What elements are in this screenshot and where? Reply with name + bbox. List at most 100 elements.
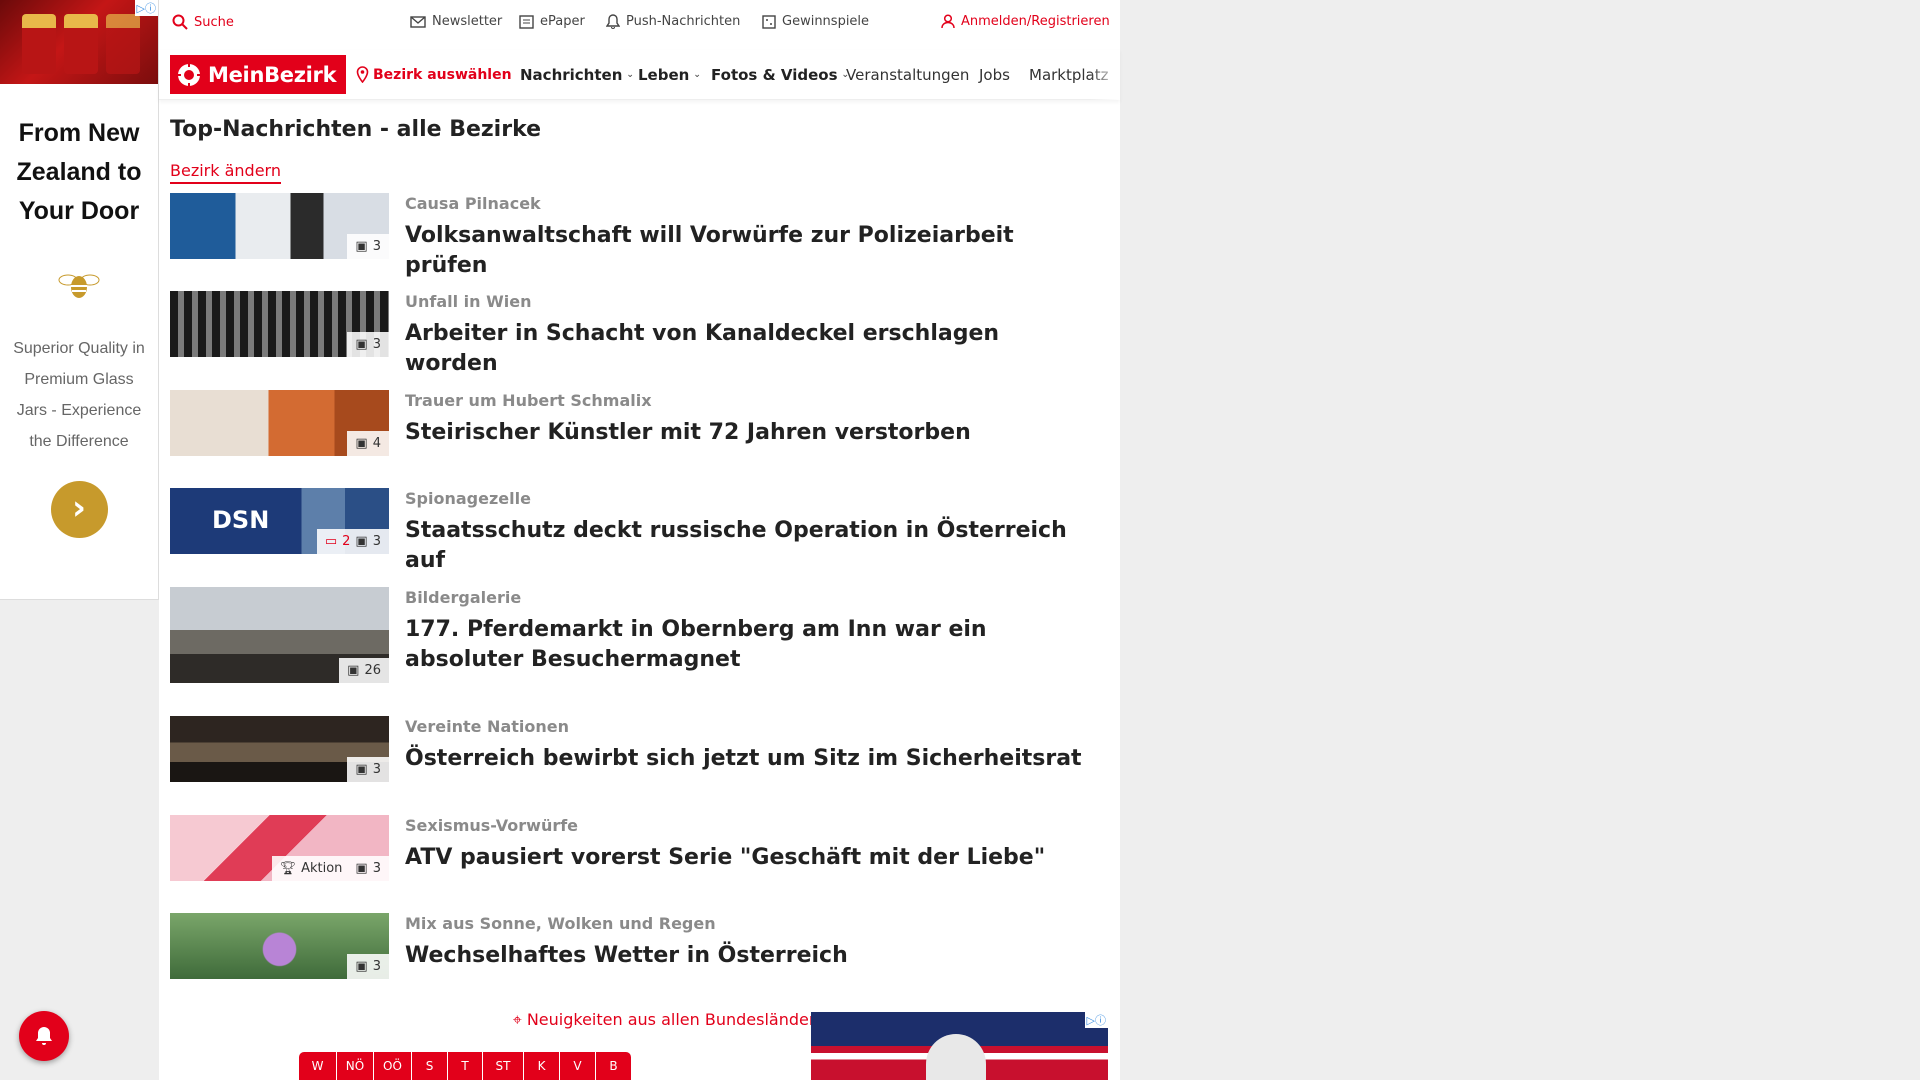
- article-item[interactable]: ▣ 3 Unfall in Wien Arbeiter in Schacht v…: [170, 291, 1090, 376]
- image-count-badge: ▣ 4: [347, 431, 389, 456]
- image-count-badge: ▣ 3: [347, 954, 389, 979]
- bell-icon: [36, 1027, 52, 1045]
- adchoices-icon[interactable]: ▷ⓘ: [1084, 1012, 1108, 1028]
- article-headline[interactable]: Volksanwaltschaft will Vorwürfe zur Poli…: [405, 221, 1085, 281]
- article-item[interactable]: 🏆︎ Aktion ▣ 3 Sexismus-Vorwürfe ATV paus…: [170, 815, 1090, 881]
- contests-link[interactable]: Gewinnspiele: [762, 14, 869, 29]
- article-item[interactable]: DSN ▭ 2 ▣ 3 Spionagezelle Staatsschutz d…: [170, 488, 1090, 573]
- newspaper-icon: [519, 14, 534, 29]
- article-kicker: Sexismus-Vorwürfe: [405, 816, 579, 835]
- article-headline[interactable]: Wechselhaftes Wetter in Österreich: [405, 941, 1085, 971]
- article-item[interactable]: ▣ 3 Vereinte Nationen Österreich bewirbt…: [170, 716, 1090, 782]
- search-label: Suche: [194, 14, 234, 30]
- thumbnail-logo-text: DSN: [212, 506, 270, 534]
- state-tab[interactable]: ST: [482, 1052, 523, 1080]
- nav-events-label: Veranstaltungen: [846, 66, 970, 84]
- article-item[interactable]: ▣ 26 Bildergalerie 177. Pferdemarkt in O…: [170, 587, 1090, 683]
- article-thumbnail[interactable]: ▣ 3: [170, 913, 389, 979]
- state-tab[interactable]: T: [447, 1052, 482, 1080]
- notification-bell-button[interactable]: [19, 1011, 69, 1061]
- image-count: 26: [364, 663, 381, 678]
- image-count-badge: 🏆︎ Aktion ▣ 3: [271, 856, 389, 881]
- main-content: Suche Newsletter ePaper Push-Nachrichten…: [159, 0, 1120, 1080]
- article-kicker: Causa Pilnacek: [405, 194, 541, 213]
- search-link[interactable]: Suche: [172, 14, 234, 30]
- logo-gear-icon: [176, 61, 202, 88]
- push-notifications-link[interactable]: Push-Nachrichten: [606, 14, 740, 29]
- adchoices-icon[interactable]: ▷ⓘ: [134, 0, 158, 16]
- image-count: 3: [372, 534, 381, 549]
- article-headline[interactable]: Österreich bewirbt sich jetzt um Sitz im…: [405, 744, 1085, 774]
- state-tab[interactable]: NÖ: [336, 1052, 373, 1080]
- article-headline[interactable]: Steirischer Künstler mit 72 Jahren verst…: [405, 418, 1085, 448]
- image-count-badge: ▭ 2 ▣ 3: [316, 529, 389, 554]
- article-kicker: Bildergalerie: [405, 588, 522, 607]
- image-count-badge: ▣ 3: [347, 757, 389, 782]
- image-count: 3: [372, 337, 381, 352]
- state-tab[interactable]: S: [411, 1052, 447, 1080]
- image-count: 3: [372, 762, 381, 777]
- article-thumbnail[interactable]: ▣ 3: [170, 716, 389, 782]
- article-item[interactable]: ▣ 4 Trauer um Hubert Schmalix Steirische…: [170, 390, 1090, 456]
- chevron-down-icon: ⌄: [626, 70, 634, 80]
- meinbezirk-logo[interactable]: MeinBezirk: [170, 55, 346, 94]
- article-kicker: Unfall in Wien: [405, 292, 532, 311]
- article-thumbnail[interactable]: ▣ 3: [170, 291, 389, 357]
- change-district-link[interactable]: Bezirk ändern: [170, 161, 281, 184]
- article-thumbnail[interactable]: 🏆︎ Aktion ▣ 3: [170, 815, 389, 881]
- district-label: Bezirk auswählen: [373, 66, 512, 83]
- article-headline[interactable]: Staatsschutz deckt russische Operation i…: [405, 516, 1085, 576]
- epaper-link[interactable]: ePaper: [519, 14, 585, 29]
- article-kicker: Mix aus Sonne, Wolken und Regen: [405, 914, 716, 933]
- nav-news-label: Nachrichten: [520, 66, 623, 84]
- bell-outline-icon: [606, 14, 620, 29]
- nav-media[interactable]: Fotos & Videos ⌄: [711, 66, 849, 84]
- main-navigation: MeinBezirk Bezirk auswählen Nachrichten …: [159, 50, 1120, 100]
- nav-jobs[interactable]: Jobs: [979, 66, 1010, 84]
- district-select[interactable]: Bezirk auswählen: [356, 66, 512, 83]
- article-headline[interactable]: ATV pausiert vorerst Serie "Geschäft mit…: [405, 843, 1085, 873]
- bee-logo-icon: [54, 269, 104, 303]
- login-link[interactable]: Anmelden/Registrieren: [941, 14, 1110, 29]
- article-item[interactable]: ▣ 3 Causa Pilnacek Volksanwaltschaft wil…: [170, 193, 1090, 278]
- image-count: 3: [372, 861, 381, 876]
- nav-life-label: Leben: [638, 66, 690, 84]
- nav-life[interactable]: Leben ⌄: [638, 66, 701, 84]
- utility-bar: Suche Newsletter ePaper Push-Nachrichten…: [159, 0, 1120, 46]
- image-gallery-icon: ▣: [347, 663, 360, 678]
- article-thumbnail[interactable]: ▣ 4: [170, 390, 389, 456]
- article-item[interactable]: ▣ 3 Mix aus Sonne, Wolken und Regen Wech…: [170, 913, 1090, 979]
- newsletter-link[interactable]: Newsletter: [410, 14, 502, 29]
- ad-description: Superior Quality in Premium Glass Jars -…: [13, 340, 145, 450]
- state-tab[interactable]: B: [595, 1052, 631, 1080]
- ad-arrow-button[interactable]: ›: [50, 481, 108, 538]
- article-thumbnail[interactable]: ▣ 3: [170, 193, 389, 259]
- article-kicker: Trauer um Hubert Schmalix: [405, 391, 652, 410]
- nav-news[interactable]: Nachrichten ⌄: [520, 66, 634, 84]
- bottom-advertisement[interactable]: ▷ⓘ: [811, 1012, 1108, 1080]
- logo-text: MeinBezirk: [208, 62, 337, 87]
- article-thumbnail[interactable]: DSN ▭ 2 ▣ 3: [170, 488, 389, 554]
- gift-icon: [762, 14, 776, 29]
- state-tab[interactable]: W: [299, 1052, 336, 1080]
- location-pin-icon: [356, 66, 369, 83]
- ad-headline[interactable]: From New Zealand to Your Door: [0, 114, 158, 231]
- state-tab[interactable]: V: [559, 1052, 595, 1080]
- state-tab[interactable]: OÖ: [373, 1052, 411, 1080]
- state-tab[interactable]: K: [523, 1052, 559, 1080]
- article-headline[interactable]: 177. Pferdemarkt in Obernberg am Inn war…: [405, 615, 1085, 675]
- image-gallery-icon: ▣: [355, 861, 368, 876]
- nav-fade-overlay: [1090, 50, 1120, 100]
- ad-product-image[interactable]: ▷ⓘ: [0, 0, 158, 84]
- left-advertisement[interactable]: ▷ⓘ From New Zealand to Your Door Superio…: [0, 0, 159, 600]
- nav-events[interactable]: Veranstaltungen: [846, 66, 969, 84]
- push-label: Push-Nachrichten: [626, 14, 741, 29]
- image-gallery-icon: ▣: [355, 436, 368, 451]
- article-headline[interactable]: Arbeiter in Schacht von Kanaldeckel ersc…: [405, 319, 1085, 379]
- image-gallery-icon: ▣: [355, 959, 368, 974]
- image-count-badge: ▣ 3: [347, 332, 389, 357]
- image-gallery-icon: ▣: [355, 239, 368, 254]
- comment-count: 2: [342, 534, 351, 549]
- article-thumbnail[interactable]: ▣ 26: [170, 587, 389, 683]
- regions-section: ⌖ Neuigkeiten aus allen Bundesländern: [469, 1010, 869, 1030]
